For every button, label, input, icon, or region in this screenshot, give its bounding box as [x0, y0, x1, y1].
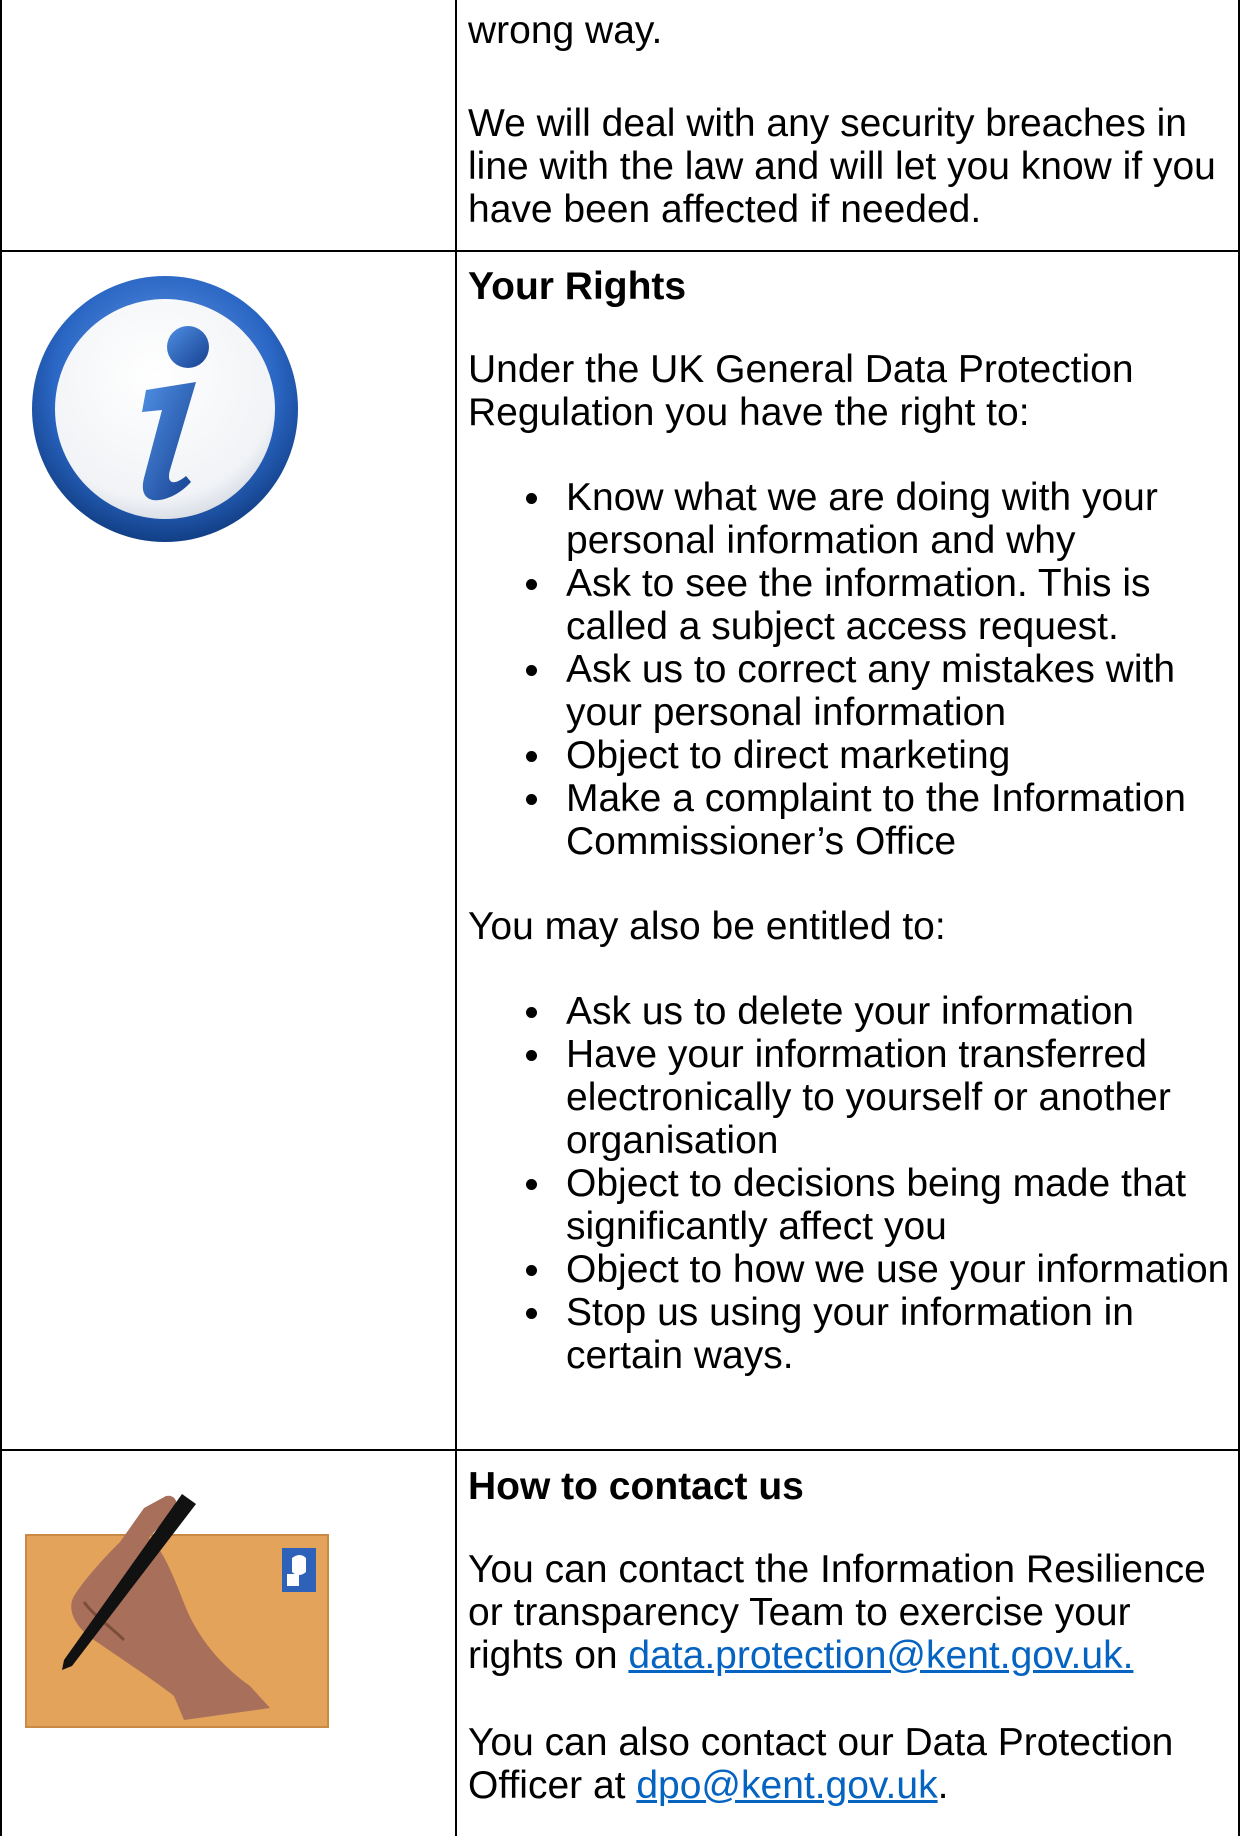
security-text-cell: wrong way. We will deal with any securit… — [468, 9, 1230, 231]
contact-text-cell: How to contact us You can contact the In… — [468, 1465, 1230, 1807]
rights-heading: Your Rights — [468, 265, 687, 308]
list-item: Know what we are doing with your persona… — [468, 476, 1230, 562]
contact-paragraph-2: You can also contact our Data Protection… — [468, 1721, 1230, 1807]
list-item: Have your information transferred electr… — [468, 1033, 1230, 1162]
also-entitled-text: You may also be entitled to: — [468, 905, 946, 948]
list-item: Ask us to correct any mistakes with your… — [468, 648, 1230, 734]
table-column-divider — [455, 0, 457, 1836]
list-item: Object to direct marketing — [468, 734, 1230, 777]
list-item: Object to how we use your information — [468, 1248, 1230, 1291]
list-item: Stop us using your information in certai… — [468, 1291, 1230, 1377]
sentence-end: . — [937, 1764, 949, 1807]
rights-table: wrong way. We will deal with any securit… — [0, 0, 1240, 1836]
list-item: Object to decisions being made that sign… — [468, 1162, 1230, 1248]
list-item: Ask to see the information. This is call… — [468, 562, 1230, 648]
row-divider-2 — [0, 1449, 1240, 1451]
security-breach-paragraph: We will deal with any security breaches … — [468, 102, 1216, 231]
list-item: Ask us to delete your information — [468, 990, 1230, 1033]
table-left-border — [0, 0, 2, 1836]
rights-intro: Under the UK General Data Protection Reg… — [468, 348, 1134, 434]
data-protection-email-link[interactable]: data.protection@kent.gov.uk. — [628, 1634, 1133, 1677]
row-divider-1 — [0, 250, 1240, 252]
contact-paragraph-1: You can contact the Information Resilien… — [468, 1548, 1230, 1677]
dpo-email-link[interactable]: dpo@kent.gov.uk — [636, 1764, 937, 1807]
entitled-list: Ask us to delete your information Have y… — [468, 990, 1230, 1377]
rights-text-cell: Your Rights Under the UK General Data Pr… — [468, 265, 1230, 1377]
text-fragment: wrong way. — [468, 9, 663, 52]
rights-list: Know what we are doing with your persona… — [468, 476, 1230, 863]
contact-heading: How to contact us — [468, 1465, 804, 1508]
info-icon — [28, 272, 303, 547]
letter-writing-icon — [24, 1490, 334, 1730]
list-item: Make a complaint to the Information Comm… — [468, 777, 1230, 863]
